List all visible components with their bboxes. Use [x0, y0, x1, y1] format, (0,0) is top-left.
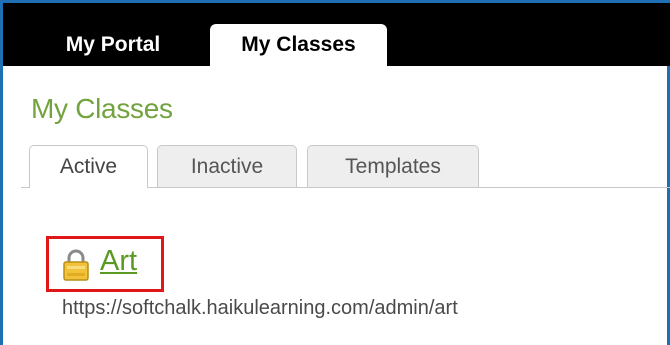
- class-link-art[interactable]: Art: [100, 245, 137, 278]
- tab-templates[interactable]: Templates: [307, 145, 479, 187]
- tab-my-classes[interactable]: My Classes: [210, 24, 387, 66]
- tab-my-portal[interactable]: My Portal: [43, 24, 183, 66]
- class-url: https://softchalk.haikulearning.com/admi…: [62, 297, 458, 319]
- tab-active[interactable]: Active: [29, 145, 148, 188]
- lock-icon: [63, 249, 89, 281]
- class-item-highlight: Art: [46, 236, 164, 292]
- page-title: My Classes: [31, 93, 173, 124]
- tab-inactive[interactable]: Inactive: [157, 145, 297, 187]
- top-navigation-bar: My Portal My Classes: [3, 3, 670, 66]
